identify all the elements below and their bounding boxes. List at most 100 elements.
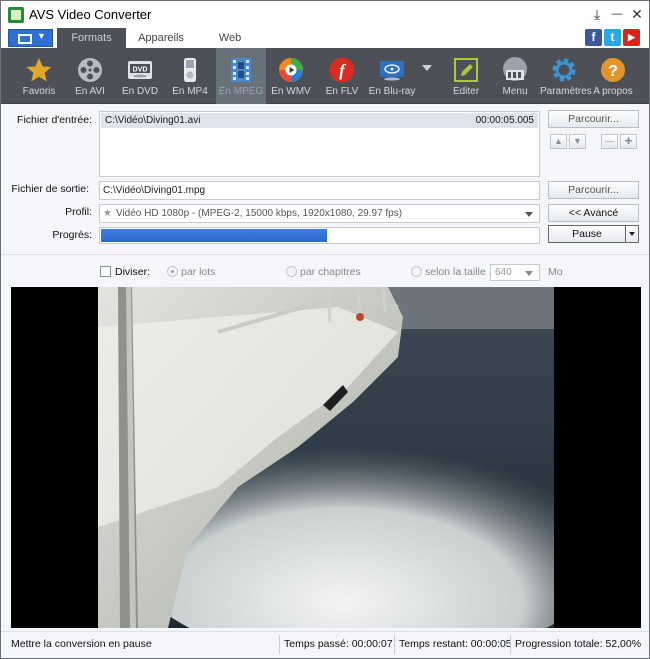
video-preview: [11, 287, 641, 628]
toolbar-label: Favoris: [22, 86, 56, 97]
star-icon: [26, 58, 52, 82]
app-logo-icon: [8, 7, 24, 23]
more-formats-chevron-icon[interactable]: [422, 65, 432, 71]
pause-button[interactable]: Pause: [548, 225, 626, 243]
chevron-down-icon: ▼: [37, 31, 46, 41]
split-by-lots-radio[interactable]: [167, 266, 178, 277]
output-file-field[interactable]: C:\Vidéo\Diving01.mpg: [99, 181, 540, 200]
toolbar-label: En MP4: [172, 86, 208, 97]
tab-row: ▼ Formats Appareils Web f t ▶: [1, 28, 649, 48]
close-button[interactable]: ✕: [629, 6, 645, 22]
menu-icon: [503, 57, 527, 81]
toolbar-en-blu-ray[interactable]: En Blu-ray: [367, 48, 417, 104]
input-file-path: C:\Vidéo\Diving01.avi: [105, 115, 201, 126]
split-size-select[interactable]: 640: [490, 264, 540, 281]
status-separator: [279, 635, 280, 654]
split-size-value: 640: [495, 267, 512, 278]
toolbar-label: A propos: [593, 86, 633, 97]
toolbar-parametres[interactable]: Paramètres: [540, 48, 592, 104]
input-file-label: Fichier d'entrée:: [17, 114, 92, 126]
minimize-button[interactable]: —: [609, 6, 625, 22]
pin-icon[interactable]: ⤓: [589, 6, 605, 22]
browse-input-button[interactable]: Parcourir...: [548, 110, 639, 128]
progress-fill: [101, 229, 328, 242]
main-menu-button[interactable]: ▼: [8, 29, 53, 47]
split-size-unit: Mo: [548, 266, 563, 278]
toolbar-label: Editer: [452, 86, 480, 97]
split-options: Diviser: par lots par chapitres selon la…: [1, 254, 649, 287]
progress-bar: [99, 227, 540, 244]
remove-file-button[interactable]: —: [601, 134, 618, 149]
move-down-button[interactable]: ▼: [569, 134, 586, 149]
toolbar-a-propos[interactable]: ? A propos: [590, 48, 636, 104]
blu-ray-icon: [380, 61, 404, 81]
split-by-size-radio[interactable]: [411, 266, 422, 277]
twitter-icon[interactable]: t: [604, 29, 621, 46]
title-bar: AVS Video Converter ⤓ — ✕: [1, 1, 649, 28]
split-checkbox[interactable]: [100, 266, 111, 277]
film-reel-icon: [78, 58, 102, 82]
status-remaining-time: Temps restant: 00:00:05: [399, 638, 512, 650]
wmv-icon: [279, 58, 303, 82]
toolbar-en-flv[interactable]: f En FLV: [319, 48, 365, 104]
mpeg-film-icon: [231, 58, 251, 82]
add-file-button[interactable]: ✚: [620, 134, 637, 149]
tab-appareils[interactable]: Appareils: [126, 28, 196, 48]
list-icon: [18, 34, 32, 44]
app-window: AVS Video Converter ⤓ — ✕ ▼ Formats Appa…: [0, 0, 650, 659]
status-separator: [510, 635, 511, 654]
chevron-down-icon: [525, 212, 533, 217]
split-by-chapters-radio[interactable]: [286, 266, 297, 277]
facebook-icon[interactable]: f: [585, 29, 602, 46]
toolbar-label: En Blu-ray: [368, 86, 416, 97]
pause-options-chevron-icon[interactable]: [625, 225, 639, 243]
tab-formats[interactable]: Formats: [57, 28, 126, 48]
status-elapsed-time: Temps passé: 00:00:07: [284, 638, 393, 650]
output-file-label: Fichier de sortie:: [11, 183, 89, 195]
status-total-progress: Progression totale: 52,00%: [515, 638, 642, 650]
edit-icon: [454, 58, 478, 82]
star-icon: ★: [103, 208, 112, 219]
status-action: Mettre la conversion en pause: [11, 638, 152, 650]
move-up-button[interactable]: ▲: [550, 134, 567, 149]
profile-label: Profil:: [65, 206, 92, 218]
status-bar: Mettre la conversion en pause Temps pass…: [1, 631, 649, 658]
toolbar-label: En FLV: [325, 86, 359, 97]
input-file-list[interactable]: C:\Vidéo\Diving01.avi 00:00:05.005: [99, 111, 540, 177]
split-label: Diviser:: [115, 266, 151, 278]
toolbar-favoris[interactable]: Favoris: [16, 48, 62, 104]
split-by-chapters-label: par chapitres: [300, 266, 361, 278]
toolbar-menu[interactable]: Menu: [492, 48, 538, 104]
input-file-duration: 00:00:05.005: [475, 115, 534, 126]
toolbar-en-mpeg[interactable]: En MPEG: [216, 48, 266, 104]
question-icon: ?: [601, 58, 625, 82]
dvd-icon: DVD: [128, 61, 152, 79]
toolbar-label: En DVD: [121, 86, 159, 97]
advanced-button[interactable]: << Avancé: [548, 204, 639, 222]
toolbar-en-wmv[interactable]: En WMV: [268, 48, 314, 104]
chevron-down-icon: [525, 271, 533, 276]
browse-output-button[interactable]: Parcourir...: [548, 181, 639, 199]
split-by-lots-label: par lots: [181, 266, 216, 278]
toolbar-label: Menu: [502, 86, 528, 97]
toolbar-en-mp4[interactable]: En MP4: [167, 48, 213, 104]
toolbar-label: En WMV: [271, 86, 311, 97]
toolbar-en-dvd[interactable]: DVD En DVD: [117, 48, 163, 104]
toolbar-label: Paramètres: [540, 86, 592, 97]
flash-icon: f: [329, 57, 355, 83]
tab-web[interactable]: Web: [196, 28, 264, 48]
toolbar-label: En AVI: [75, 86, 105, 97]
split-by-size-label: selon la taille: [425, 266, 486, 278]
toolbar-editer[interactable]: Editer: [443, 48, 489, 104]
toolbar-label: En MPEG: [218, 86, 264, 97]
youtube-icon[interactable]: ▶: [623, 29, 640, 46]
progress-label: Progrès:: [52, 229, 92, 241]
video-frame-image: [98, 287, 554, 628]
svg-text:?: ?: [608, 63, 618, 80]
profile-select[interactable]: ★ Vidéo HD 1080p - (MPEG-2, 15000 kbps, 1…: [99, 204, 540, 223]
mp4-player-icon: [184, 58, 196, 82]
toolbar: Favoris En AVI DVD En DVD En MP4 En MPEG…: [1, 48, 649, 104]
window-title: AVS Video Converter: [29, 7, 152, 22]
toolbar-en-avi[interactable]: En AVI: [67, 48, 113, 104]
input-file-row[interactable]: C:\Vidéo\Diving01.avi 00:00:05.005: [101, 113, 538, 128]
